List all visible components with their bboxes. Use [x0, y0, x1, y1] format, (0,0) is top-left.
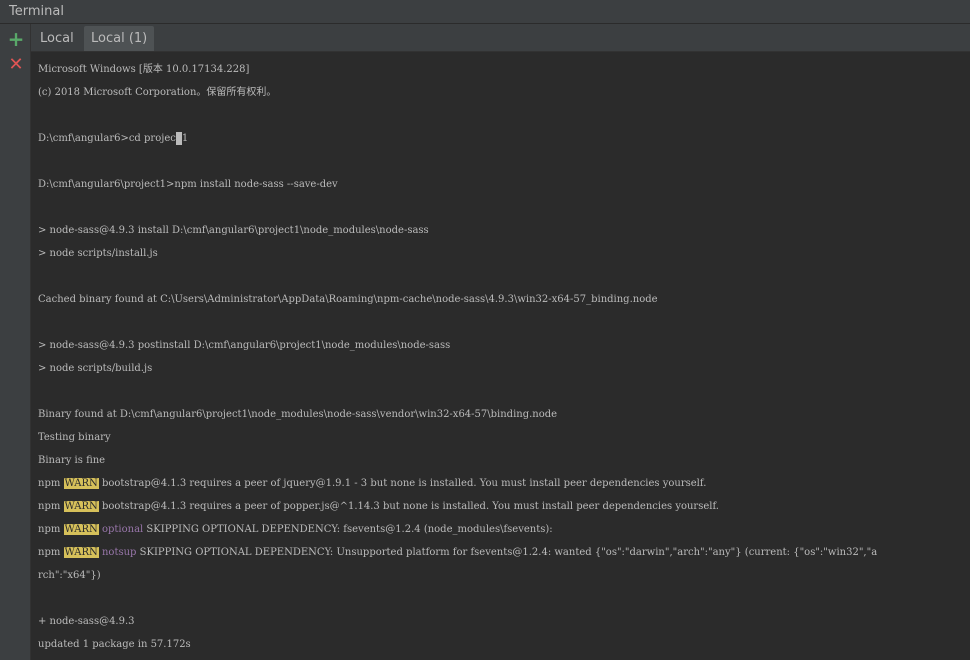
terminal-text: D:\cmf\angular6\project1>npm install nod… [38, 179, 338, 190]
npm-label: npm [38, 547, 61, 558]
terminal-text: > node scripts/install.js [38, 248, 158, 259]
terminal-line: npm WARN bootstrap@4.1.3 requires a peer… [38, 472, 970, 495]
warn-keyword: optional [101, 524, 144, 535]
terminal-line: > node-sass@4.9.3 install D:\cmf\angular… [38, 219, 970, 242]
terminal-line: D:\cmf\angular6\project1>npm install nod… [38, 173, 970, 196]
terminal-text: > node-sass@4.9.3 postinstall D:\cmf\ang… [38, 340, 451, 351]
terminal-text: SKIPPING OPTIONAL DEPENDENCY: Unsupporte… [136, 547, 878, 558]
tab-local-1[interactable]: Local (1) [84, 26, 155, 51]
terminal-line: npm WARN notsup SKIPPING OPTIONAL DEPEND… [38, 541, 970, 564]
terminal-line: Testing binary [38, 426, 970, 449]
terminal-text: Microsoft Windows [版本 10.0.17134.228] [38, 64, 250, 75]
terminal-line: > node scripts/build.js [38, 357, 970, 380]
terminal-text: Binary is fine [38, 455, 106, 466]
terminal-text: bootstrap@4.1.3 requires a peer of poppe… [98, 501, 719, 512]
warn-badge: WARN [63, 524, 99, 535]
terminal-text: D:\cmf\angular6>cd projec [38, 133, 176, 144]
npm-label: npm [38, 501, 61, 512]
terminal-text: updated 1 package in 57.172s [38, 639, 191, 650]
terminal-line: npm WARN bootstrap@4.1.3 requires a peer… [38, 495, 970, 518]
warn-badge: WARN [63, 547, 99, 558]
terminal-text: > node scripts/build.js [38, 363, 153, 374]
terminal-text: > node-sass@4.9.3 install D:\cmf\angular… [38, 225, 429, 236]
add-session-icon[interactable]: + [7, 27, 25, 51]
warn-badge: WARN [63, 478, 99, 489]
terminal-line: rch":"x64"}) [38, 564, 970, 587]
npm-label: npm [38, 524, 61, 535]
terminal-toolbar: + ✕ [0, 24, 31, 660]
close-session-icon[interactable]: ✕ [7, 54, 25, 75]
window-title: Terminal [9, 4, 64, 19]
terminal-line: Microsoft Windows [版本 10.0.17134.228] [38, 58, 970, 81]
terminal-text: Cached binary found at C:\Users\Administ… [38, 294, 658, 305]
terminal-text: SKIPPING OPTIONAL DEPENDENCY: fsevents@1… [143, 524, 553, 535]
tab-bar: Local Local (1) [31, 24, 970, 52]
terminal-line: > node scripts/install.js [38, 242, 970, 265]
npm-label: npm [38, 478, 61, 489]
warn-keyword: notsup [101, 547, 137, 558]
terminal-line: + node-sass@4.9.3 [38, 610, 970, 633]
terminal-line: (c) 2018 Microsoft Corporation。保留所有权利。 [38, 81, 970, 104]
terminal-output[interactable]: Microsoft Windows [版本 10.0.17134.228] (c)… [31, 52, 970, 660]
warn-badge: WARN [63, 501, 99, 512]
terminal-line: updated 1 package in 57.172s [38, 633, 970, 656]
terminal-line: npm WARN optional SKIPPING OPTIONAL DEPE… [38, 518, 970, 541]
terminal-title-bar: Terminal [0, 0, 970, 24]
terminal-text: + node-sass@4.9.3 [38, 616, 135, 627]
terminal-line: D:\cmf\angular6>cd projec 1 [38, 127, 970, 150]
terminal-text: 1 [181, 133, 189, 144]
terminal-line: > node-sass@4.9.3 postinstall D:\cmf\ang… [38, 334, 970, 357]
terminal-line: Cached binary found at C:\Users\Administ… [38, 288, 970, 311]
tab-local[interactable]: Local [33, 26, 81, 51]
terminal-text: bootstrap@4.1.3 requires a peer of jquer… [98, 478, 707, 489]
terminal-text: (c) 2018 Microsoft Corporation。保留所有权利。 [38, 87, 277, 98]
terminal-text: Testing binary [38, 432, 111, 443]
terminal-text: rch":"x64"}) [38, 570, 101, 581]
terminal-line: Binary found at D:\cmf\angular6\project1… [38, 403, 970, 426]
terminal-line: Binary is fine [38, 449, 970, 472]
terminal-text: Binary found at D:\cmf\angular6\project1… [38, 409, 558, 420]
